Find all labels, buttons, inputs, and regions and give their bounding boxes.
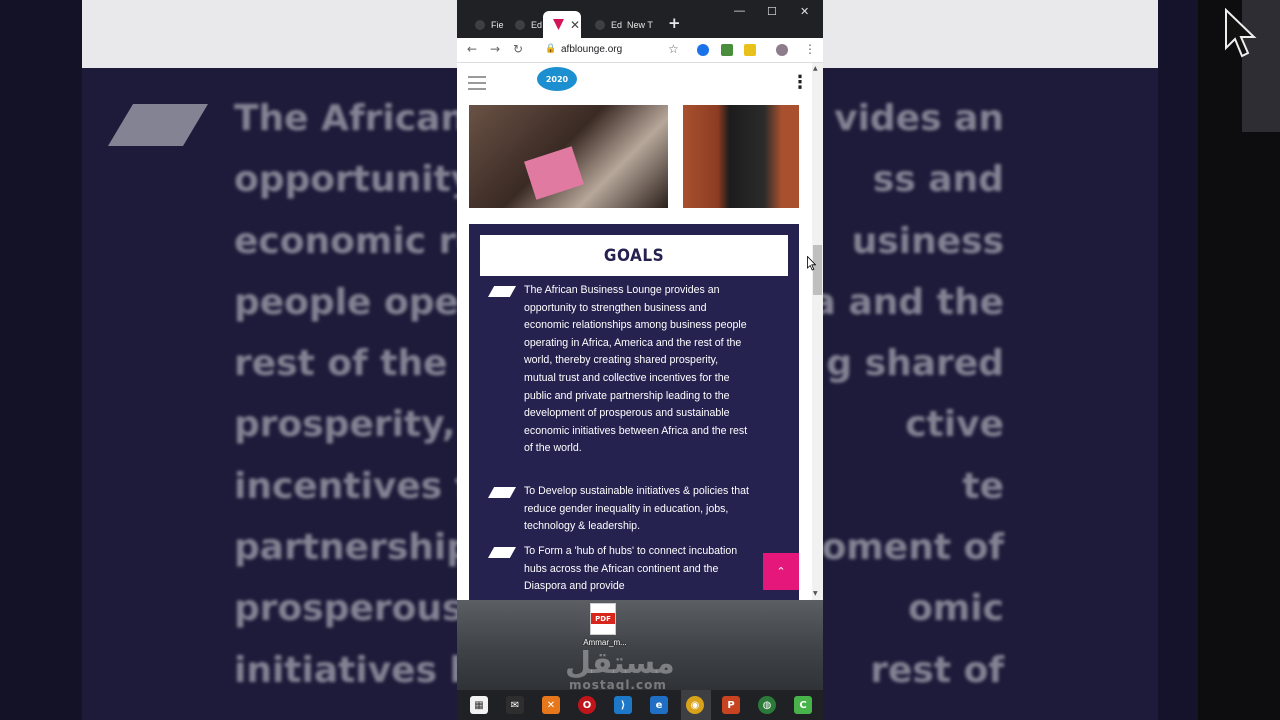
tab-strip: Fie Ed ✕ Ed New T + — ☐ ✕ [457, 0, 823, 38]
bg-line: usiness [851, 220, 1004, 262]
chevron-up-icon: ⌃ [776, 565, 786, 578]
tab-new[interactable]: New T [617, 11, 657, 38]
tab-favicon-icon [595, 19, 605, 30]
store-icon[interactable]: ▦ [470, 696, 488, 714]
opera-icon[interactable]: O [578, 696, 596, 714]
background-left-panel [0, 0, 82, 720]
forward-icon[interactable]: → [490, 42, 500, 56]
tab-favicon-icon [515, 19, 525, 30]
bullet-icon [488, 487, 516, 498]
bullet-icon [488, 547, 516, 558]
bg-line: rest of [870, 649, 1004, 691]
bg-line: omic [908, 588, 1004, 630]
close-tab-icon[interactable]: ✕ [570, 18, 580, 32]
reload-icon[interactable]: ↻ [513, 42, 523, 56]
background-bullet-icon [108, 104, 208, 146]
tab-label: Fie [491, 19, 504, 30]
bg-line: oment of [821, 527, 1004, 569]
speaker-photo [683, 105, 799, 208]
extension-icon[interactable] [721, 44, 733, 56]
watermark-subtext: mostaql.com [569, 678, 667, 690]
web-page: 2020 ⋮ GOALS The African Business Lounge… [457, 63, 812, 600]
bg-line: te [962, 465, 1004, 507]
extension-icon[interactable] [744, 44, 756, 56]
site-header: 2020 ⋮ [457, 63, 812, 105]
logo-text: 2020 [545, 74, 569, 84]
bg-line: g shared [826, 343, 1004, 385]
goal-text: The African Business Lounge provides an … [524, 284, 748, 455]
lock-icon: 🔒 [545, 44, 557, 54]
window-close-icon[interactable]: ✕ [800, 5, 809, 18]
bookmark-star-icon[interactable]: ☆ [668, 42, 679, 56]
xampp-icon[interactable]: ✕ [542, 696, 560, 714]
event-photo [469, 105, 668, 208]
chrome-icon[interactable]: ◉ [686, 696, 704, 714]
tab-ed[interactable]: Ed [505, 11, 543, 38]
page-scrollbar[interactable]: ▲ ▼ [812, 63, 823, 600]
pdf-badge: PDF [591, 613, 615, 624]
desktop-area: PDF Ammar_m... مستقل mostaql.com [457, 600, 823, 690]
tab-active[interactable]: ✕ [543, 11, 581, 38]
camtasia-icon[interactable]: C [794, 696, 812, 714]
new-tab-button[interactable]: + [668, 14, 681, 32]
maximize-icon[interactable]: ☐ [767, 5, 777, 18]
browser-window: Fie Ed ✕ Ed New T + — ☐ ✕ ← → ↻ 🔒 afblou… [457, 0, 823, 600]
v-logo-icon [553, 19, 564, 30]
edge-icon[interactable]: e [650, 696, 668, 714]
hamburger-menu-icon[interactable] [468, 76, 486, 90]
tab-favicon-icon [475, 19, 485, 30]
bg-line: vides an [834, 98, 1004, 139]
globe-app-icon[interactable]: ◍ [758, 696, 776, 714]
watermark-text: مستقل [565, 646, 675, 681]
bg-line: ss and [872, 159, 1004, 201]
scroll-down-arrow-icon[interactable]: ▼ [813, 590, 818, 597]
bg-line: rest of the w [234, 343, 494, 385]
mouse-cursor-icon [807, 256, 816, 271]
profile-avatar[interactable] [776, 44, 788, 56]
goals-heading: GOALS [603, 245, 665, 266]
tab-label: New T [627, 19, 653, 30]
tab-label: Ed [531, 19, 543, 30]
back-icon[interactable]: ← [467, 42, 477, 56]
background-scroll-strip [1158, 0, 1198, 720]
goal-text: To Form a 'hub of hubs' to connect incub… [524, 545, 738, 593]
goals-section: GOALS The African Business Lounge provid… [469, 224, 799, 600]
bg-line: economic re [234, 220, 481, 262]
mail-icon[interactable]: ✉ [506, 696, 524, 714]
bullet-icon [488, 286, 516, 297]
minimize-icon[interactable]: — [734, 5, 745, 17]
powerpoint-icon[interactable]: P [722, 696, 740, 714]
windows-taskbar: ▦ ✉ ✕ O ⟩ e ◉ P ◍ C [457, 690, 823, 720]
bg-line: incentives fo [234, 465, 496, 507]
bg-line: ctive [905, 404, 1004, 446]
extension-icon[interactable] [697, 44, 709, 56]
scroll-to-top-button[interactable]: ⌃ [763, 553, 799, 590]
site-logo[interactable]: 2020 [537, 67, 577, 91]
browser-menu-icon[interactable]: ⋮ [804, 42, 816, 56]
address-bar[interactable]: afblounge.org [561, 44, 622, 55]
browser-toolbar: ← → ↻ 🔒 afblounge.org ☆ ⋮ [457, 38, 823, 63]
background-cursor-icon [1225, 8, 1257, 58]
tab-fie[interactable]: Fie [465, 11, 505, 38]
vscode-icon[interactable]: ⟩ [614, 696, 632, 714]
pdf-file-icon[interactable]: PDF [590, 603, 616, 635]
scroll-up-arrow-icon[interactable]: ▲ [813, 65, 818, 72]
more-options-icon[interactable]: ⋮ [791, 74, 809, 92]
goals-title-box: GOALS [480, 235, 788, 276]
goal-text: To Develop sustainable initiatives & pol… [524, 485, 749, 533]
